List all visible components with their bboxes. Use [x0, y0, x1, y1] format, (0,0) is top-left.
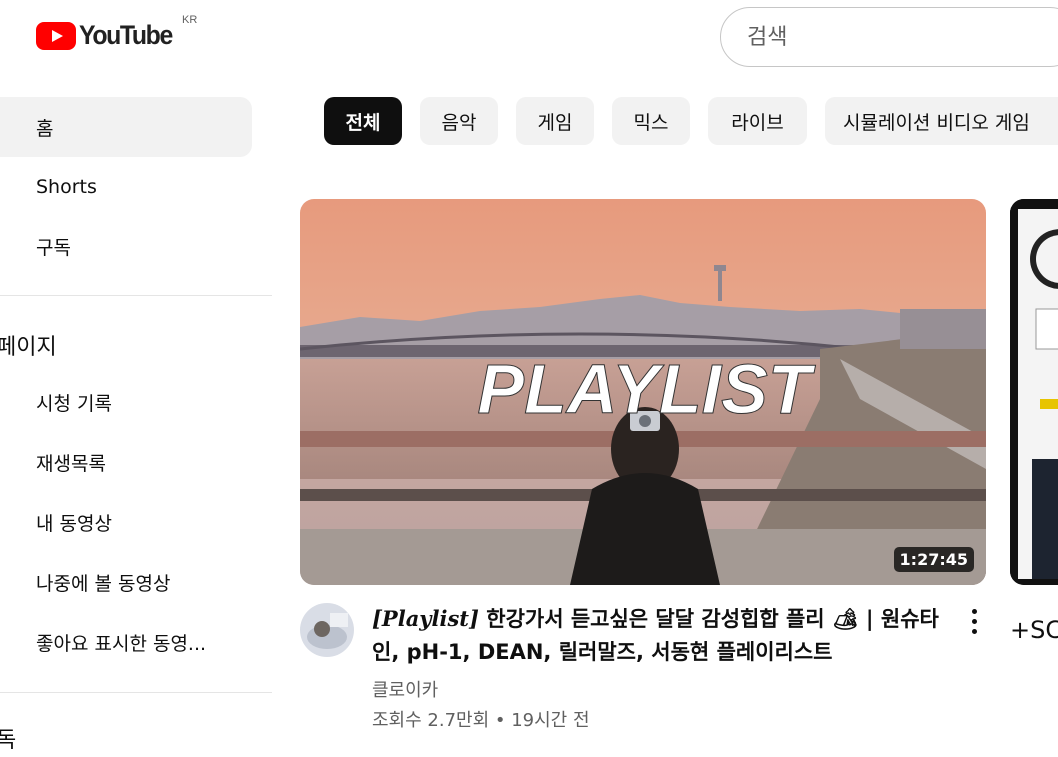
chip-live[interactable]: 라이브 — [708, 97, 807, 145]
video-title[interactable]: [Playlist] 한강가서 듣고싶은 달달 감성힙합 플리 🏕 | 원슈타인… — [372, 602, 952, 669]
next-thumbnail-image — [1010, 199, 1058, 585]
sidebar-item-label: 시청 기록 — [36, 392, 112, 415]
thumbnail-image: PLAYLIST — [300, 199, 986, 585]
sidebar-item-subscriptions[interactable]: 구독 — [0, 216, 252, 276]
thumbnail-text: PLAYLIST — [477, 350, 815, 428]
kebab-dot — [971, 608, 977, 614]
sidebar-item-history[interactable]: 시청 기록 — [0, 372, 252, 432]
sidebar-item-label: 재생목록 — [36, 452, 106, 475]
video-meta: 조회수 2.7만회 • 19시간 전 — [372, 710, 590, 731]
search-input[interactable] — [747, 24, 1047, 50]
channel-avatar[interactable] — [300, 603, 354, 657]
region-code: KR — [182, 14, 198, 26]
sidebar-item-label: Shorts — [36, 176, 97, 198]
more-actions-icon[interactable] — [962, 606, 986, 636]
youtube-play-icon — [36, 21, 76, 50]
video-duration: 1:27:45 — [893, 547, 974, 572]
sidebar-item-your-videos[interactable]: 내 동영상 — [0, 492, 252, 552]
sidebar-item-home[interactable]: 홈 — [0, 97, 252, 157]
sidebar-item-label: 나중에 볼 동영상 — [36, 572, 171, 595]
chip-mix[interactable]: 믹스 — [612, 97, 690, 145]
next-video-title[interactable]: +SC — [1010, 616, 1058, 644]
video-thumbnail[interactable]: PLAYLIST 1:27:45 — [300, 199, 986, 585]
sidebar-item-shorts[interactable]: Shorts — [0, 157, 252, 217]
kebab-dot — [971, 618, 977, 624]
chip-gaming[interactable]: 게임 — [516, 97, 594, 145]
search-box[interactable] — [720, 7, 1058, 67]
video-title-prefix: [Playlist] — [372, 606, 479, 631]
sidebar-divider — [0, 295, 272, 296]
next-video-thumbnail[interactable] — [1010, 199, 1058, 585]
sidebar-item-label: 내 동영상 — [36, 512, 112, 535]
avatar-image — [300, 603, 354, 657]
logo-text: YouTube — [79, 20, 173, 50]
sidebar-item-liked-videos[interactable]: 좋아요 표시한 동영... — [0, 612, 252, 672]
sidebar-item-label: 좋아요 표시한 동영... — [36, 632, 207, 655]
sidebar-item-playlists[interactable]: 재생목록 — [0, 432, 252, 492]
section-you-title[interactable]: 페이지 — [0, 329, 57, 361]
section-subscriptions-title[interactable]: 독 — [0, 722, 16, 754]
sidebar-item-watch-later[interactable]: 나중에 볼 동영상 — [0, 552, 252, 612]
chip-simulation-games[interactable]: 시뮬레이션 비디오 게임 — [825, 97, 1058, 145]
sidebar-item-label: 홈 — [36, 117, 54, 140]
sidebar-item-label: 구독 — [36, 236, 71, 259]
youtube-home: YouTube KR 홈 Shorts 구독 페이지 시청 기록 재생목록 내 … — [0, 0, 1058, 757]
sidebar-divider — [0, 692, 272, 693]
chip-all[interactable]: 전체 — [324, 97, 402, 145]
youtube-logo[interactable]: YouTube — [36, 20, 180, 51]
chip-music[interactable]: 음악 — [420, 97, 498, 145]
channel-name[interactable]: 클로이카 — [372, 676, 438, 702]
kebab-dot — [971, 628, 977, 634]
